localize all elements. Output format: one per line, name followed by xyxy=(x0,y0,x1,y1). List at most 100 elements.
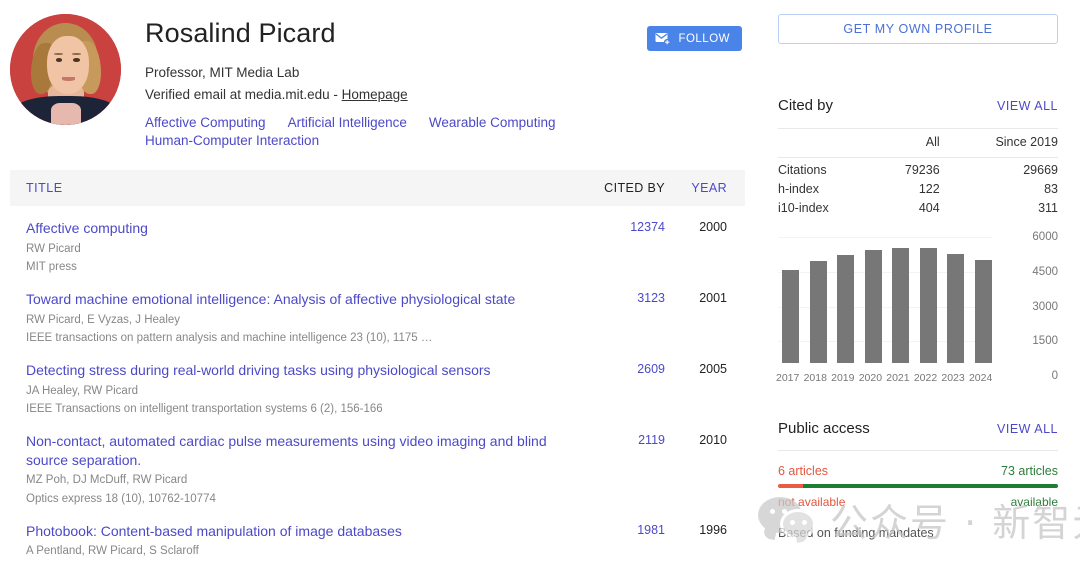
publication-cited-by[interactable]: 3123 xyxy=(569,290,665,348)
publication-year: 2005 xyxy=(665,361,727,419)
publication-cell: Detecting stress during real-world drivi… xyxy=(26,361,569,419)
interest-link-3[interactable]: Human-Computer Interaction xyxy=(145,133,319,148)
public-access-counts: 6 articles 73 articles xyxy=(778,464,1058,478)
metrics-row-h-index: h-index 122 83 xyxy=(778,177,1058,196)
scholar-profile-page: Rosalind Picard Professor, MIT Media Lab… xyxy=(0,0,1080,562)
profile-email-line: Verified email at media.mit.edu - Homepa… xyxy=(145,84,760,106)
chart-x-tick-label: 2021 xyxy=(886,372,903,384)
cited-by-header: Cited by VIEW ALL xyxy=(778,97,1058,114)
citations-per-year-chart: 60004500300015000 2017201820192020202120… xyxy=(778,225,1058,390)
metric-label: i10-index xyxy=(778,196,874,215)
public-access-labels: not available available xyxy=(778,495,1058,509)
divider xyxy=(778,450,1058,451)
table-row: Non-contact, automated cardiac pulse mea… xyxy=(10,419,745,509)
metric-label: Citations xyxy=(778,158,874,178)
publication-venue: MIT press xyxy=(26,258,555,277)
publication-authors: A Pentland, RW Picard, S Sclaroff xyxy=(26,542,555,561)
interest-link-1[interactable]: Artificial Intelligence xyxy=(288,115,407,130)
cited-by-view-all-link[interactable]: VIEW ALL xyxy=(997,99,1058,113)
envelope-plus-icon xyxy=(655,32,671,46)
publication-authors: RW Picard xyxy=(26,240,555,259)
chart-y-tick-label: 0 xyxy=(1052,370,1058,382)
publication-title[interactable]: Affective computing xyxy=(26,219,555,238)
chart-bar[interactable] xyxy=(865,250,882,363)
publication-cited-by[interactable]: 2609 xyxy=(569,361,665,419)
metric-value-all: 404 xyxy=(874,196,940,215)
publications-table: TITLE CITED BY YEAR Affective computing … xyxy=(0,170,745,562)
metrics-header-row: All Since 2019 xyxy=(778,129,1058,158)
publication-year: 2001 xyxy=(665,290,727,348)
publication-cell: Non-contact, automated cardiac pulse mea… xyxy=(26,432,569,509)
publication-year: 2010 xyxy=(665,432,727,509)
chart-x-axis-labels: 20172018201920202021202220232024 xyxy=(782,372,992,384)
homepage-link[interactable]: Homepage xyxy=(342,87,408,102)
metric-value-since: 83 xyxy=(940,177,1058,196)
publication-cell: Photobook: Content-based manipulation of… xyxy=(26,522,569,562)
follow-button[interactable]: FOLLOW xyxy=(647,26,742,51)
profile-info: Rosalind Picard Professor, MIT Media Lab… xyxy=(125,10,760,150)
column-header-cited-by[interactable]: CITED BY xyxy=(569,181,665,195)
metric-value-all: 79236 xyxy=(874,158,940,178)
metrics-row-citations: Citations 79236 29669 xyxy=(778,158,1058,178)
publication-year: 2000 xyxy=(665,219,727,277)
publication-authors: RW Picard, E Vyzas, J Healey xyxy=(26,311,555,330)
publication-title[interactable]: Photobook: Content-based manipulation of… xyxy=(26,522,555,541)
chart-bars xyxy=(782,224,992,363)
chart-bar[interactable] xyxy=(810,261,827,363)
chart-y-tick-label: 4500 xyxy=(1032,266,1058,278)
metric-label: h-index xyxy=(778,177,874,196)
available-label: available xyxy=(1011,495,1058,509)
not-available-count[interactable]: 6 articles xyxy=(778,464,828,478)
citation-metrics-table: All Since 2019 Citations 79236 29669 h-i… xyxy=(778,128,1058,215)
public-access-view-all-link[interactable]: VIEW ALL xyxy=(997,422,1058,436)
chart-bar[interactable] xyxy=(947,254,964,363)
metrics-row-i10-index: i10-index 404 311 xyxy=(778,196,1058,215)
publication-cell: Affective computing RW Picard MIT press xyxy=(26,219,569,277)
avatar-container xyxy=(0,10,125,150)
publication-venue: IEEE transactions on pattern analysis an… xyxy=(26,329,555,348)
public-access-title: Public access xyxy=(778,420,870,437)
table-row: Photobook: Content-based manipulation of… xyxy=(10,509,745,562)
publication-cited-by[interactable]: 12374 xyxy=(569,219,665,277)
bar-segment-available xyxy=(803,484,1058,488)
profile-header: Rosalind Picard Professor, MIT Media Lab… xyxy=(0,0,760,150)
not-available-label: not available xyxy=(778,495,845,509)
chart-x-tick-label: 2024 xyxy=(969,372,986,384)
chart-y-tick-label: 6000 xyxy=(1032,231,1058,243)
column-header-year[interactable]: YEAR xyxy=(665,181,727,195)
publication-venue: Optics express 18 (10), 10762-10774 xyxy=(26,490,555,509)
publication-title[interactable]: Non-contact, automated cardiac pulse mea… xyxy=(26,432,555,470)
available-count[interactable]: 73 articles xyxy=(1001,464,1058,478)
metrics-header-all: All xyxy=(874,129,940,158)
chart-bar[interactable] xyxy=(920,248,937,363)
public-access-section: Public access VIEW ALL 6 articles 73 art… xyxy=(778,420,1058,540)
verified-email-text: Verified email at media.mit.edu - xyxy=(145,87,342,102)
chart-bar[interactable] xyxy=(837,255,854,363)
chart-x-tick-label: 2017 xyxy=(776,372,793,384)
interest-link-0[interactable]: Affective Computing xyxy=(145,115,266,130)
left-column: Rosalind Picard Professor, MIT Media Lab… xyxy=(0,0,760,562)
public-access-note: Based on funding mandates xyxy=(778,526,1058,540)
chart-x-tick-label: 2020 xyxy=(859,372,876,384)
table-header-row: TITLE CITED BY YEAR xyxy=(10,170,745,206)
chart-y-axis-labels: 60004500300015000 xyxy=(998,225,1058,390)
get-my-own-profile-button[interactable]: GET MY OWN PROFILE xyxy=(778,14,1058,44)
publication-cell: Toward machine emotional intelligence: A… xyxy=(26,290,569,348)
bar-segment-not-available xyxy=(778,484,803,488)
chart-bar[interactable] xyxy=(892,248,909,363)
metric-value-since: 29669 xyxy=(940,158,1058,178)
interest-link-2[interactable]: Wearable Computing xyxy=(429,115,556,130)
chart-x-tick-label: 2022 xyxy=(914,372,931,384)
metrics-header-blank xyxy=(778,129,874,158)
column-header-title[interactable]: TITLE xyxy=(26,181,569,195)
chart-x-tick-label: 2018 xyxy=(804,372,821,384)
chart-bar[interactable] xyxy=(782,270,799,363)
publication-title[interactable]: Detecting stress during real-world drivi… xyxy=(26,361,555,380)
publication-cited-by[interactable]: 1981 xyxy=(569,522,665,562)
avatar[interactable] xyxy=(10,14,121,125)
chart-bar[interactable] xyxy=(975,260,992,363)
publication-cited-by[interactable]: 2119 xyxy=(569,432,665,509)
profile-affiliation: Professor, MIT Media Lab xyxy=(145,62,760,84)
publication-authors: JA Healey, RW Picard xyxy=(26,382,555,401)
publication-title[interactable]: Toward machine emotional intelligence: A… xyxy=(26,290,555,309)
